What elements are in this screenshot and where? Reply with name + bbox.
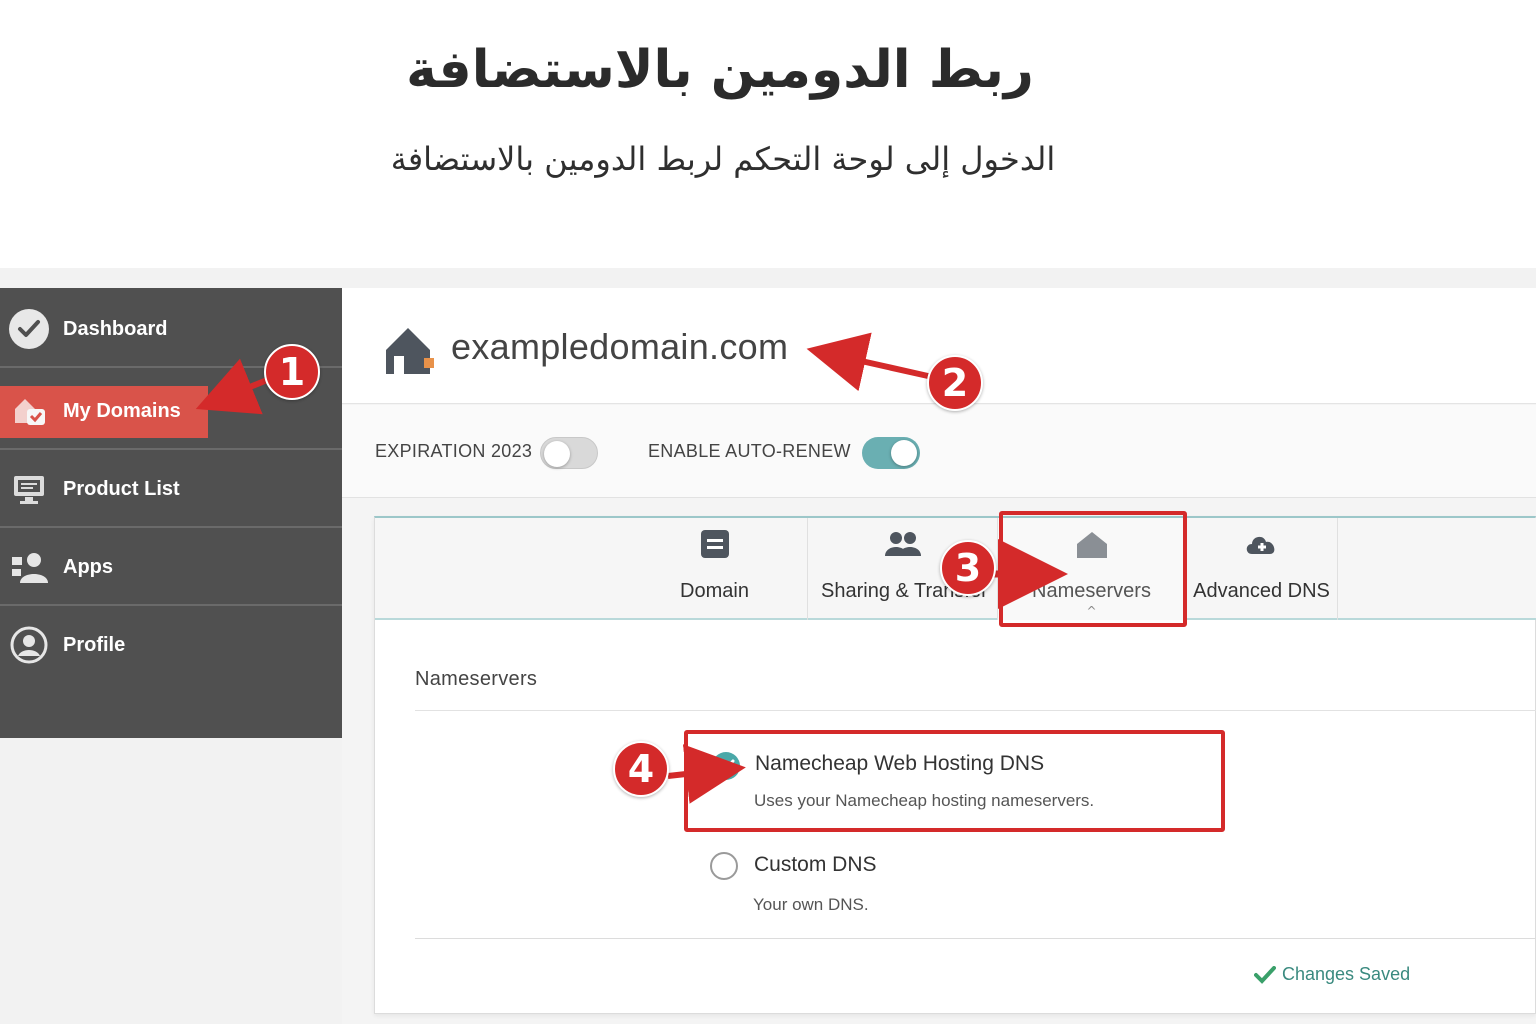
tab-domain[interactable]: Domain [622, 518, 808, 620]
sidebar-item-apps[interactable]: Apps [0, 530, 342, 606]
step-badge-3: 3 [940, 540, 996, 596]
tab-label: Advanced DNS [1193, 580, 1330, 602]
step-badge-1: 1 [264, 344, 320, 400]
toggle-knob [891, 440, 917, 466]
checkmark-icon [1254, 965, 1276, 984]
domain-name: exampledomain.com [451, 326, 789, 367]
highlight-box-namecheap-dns [684, 730, 1225, 832]
option-description: Your own DNS. [753, 895, 869, 914]
monitor-icon [8, 468, 50, 510]
user-circle-icon [8, 624, 50, 666]
divider [415, 710, 1536, 711]
tab-advanced-dns[interactable]: Advanced DNS [1186, 518, 1338, 620]
expiration-toggle[interactable] [540, 437, 598, 469]
option-title[interactable]: Custom DNS [754, 853, 877, 877]
highlight-box-nameservers-tab [999, 511, 1187, 627]
expiration-label: EXPIRATION 2023 [375, 441, 533, 461]
sidebar-item-label: Dashboard [63, 317, 168, 340]
nameservers-heading: Nameservers [415, 668, 538, 690]
step-badge-2: 2 [927, 355, 983, 411]
sidebar-item-label: My Domains [63, 399, 181, 422]
sidebar-item-profile[interactable]: Profile [0, 607, 342, 683]
toggle-knob [544, 441, 570, 467]
house-icon [384, 326, 436, 380]
tab-label: Domain [680, 580, 749, 602]
users-apps-icon [8, 546, 50, 588]
sidebar-item-label: Apps [63, 555, 113, 578]
radio-custom-dns[interactable] [710, 852, 738, 880]
cloud-icon [1244, 530, 1280, 564]
auto-renew-toggle[interactable] [862, 437, 920, 469]
page-title: ربط الدومين بالاستضافة [406, 40, 1034, 100]
status-text: Changes Saved [1282, 964, 1411, 984]
sidebar-item-label: Profile [63, 633, 126, 656]
status-saved: Changes Saved [1254, 964, 1410, 985]
divider [415, 938, 1536, 939]
page-subtitle: الدخول إلى لوحة التحكم لربط الدومين بالا… [390, 140, 1056, 178]
auto-renew-label: ENABLE AUTO-RENEW [648, 441, 851, 461]
document-icon [699, 530, 731, 564]
group-icon [884, 530, 921, 564]
sidebar-item-label: Product List [63, 477, 180, 500]
step-badge-4: 4 [613, 741, 669, 797]
check-circle-icon [8, 308, 50, 350]
sidebar-item-product-list[interactable]: Product List [0, 452, 342, 528]
domains-home-icon [8, 390, 50, 432]
